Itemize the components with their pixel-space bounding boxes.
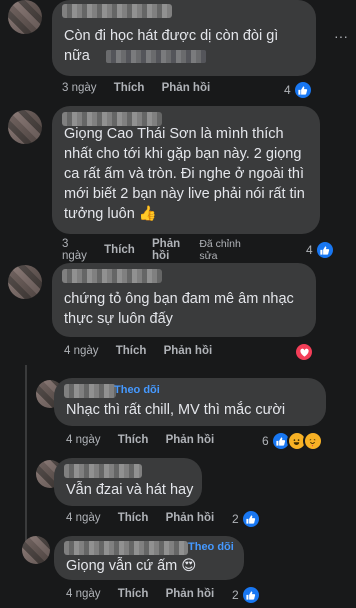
more-options-icon[interactable]: ··· — [334, 28, 348, 44]
like-button[interactable]: Thích — [118, 434, 149, 446]
avatar[interactable] — [8, 110, 42, 144]
like-button[interactable]: Thích — [114, 82, 145, 94]
reaction-summary[interactable]: 2 — [232, 585, 261, 605]
comment-4: Theo dõi Nhạc thì rất chill, MV thì mắc … — [0, 378, 356, 451]
comment-bubble: chứng tỏ ông bạn đam mê âm nhạc thực sự … — [52, 263, 316, 337]
like-icon — [292, 80, 313, 100]
reply-button[interactable]: Phản hồi — [164, 345, 213, 357]
author-name-blurred[interactable] — [64, 384, 116, 398]
comment-1: Còn đi học hát được dị còn đòi gì nữa ··… — [0, 0, 356, 100]
reply-button[interactable]: Phản hồi — [166, 434, 215, 446]
reaction-summary[interactable]: 2 — [232, 509, 261, 529]
comment-actions: 4 ngày Thích Phản hồi — [66, 434, 214, 446]
follow-button[interactable]: Theo dõi — [114, 384, 160, 396]
love-icon — [294, 342, 314, 362]
reaction-count: 6 — [262, 434, 269, 448]
timestamp[interactable]: 4 ngày — [66, 434, 101, 446]
reply-button[interactable]: Phản hồi — [162, 82, 211, 94]
reply-button[interactable]: Phản hồi — [166, 512, 215, 524]
like-button[interactable]: Thích — [116, 345, 147, 357]
follow-button[interactable]: Theo dõi — [188, 541, 234, 553]
reaction-summary[interactable]: 4 — [284, 80, 313, 100]
edited-label[interactable]: Đã chỉnh sửa — [199, 238, 240, 262]
comment-actions: 4 ngày Thích Phản hồi — [66, 512, 214, 524]
author-name-blurred[interactable] — [62, 4, 172, 18]
comment-3: chứng tỏ ông bạn đam mê âm nhạc thực sự … — [0, 263, 356, 363]
reaction-summary[interactable] — [294, 342, 314, 362]
like-button[interactable]: Thích — [118, 588, 149, 600]
avatar[interactable] — [8, 265, 42, 299]
timestamp[interactable]: 4 ngày — [66, 512, 101, 524]
comment-bubble: Theo dõi Nhạc thì rất chill, MV thì mắc … — [54, 378, 326, 426]
avatar[interactable] — [22, 536, 50, 564]
like-icon — [240, 509, 261, 529]
reaction-count: 4 — [306, 243, 313, 257]
comment-2: Giọng Cao Thái Sơn là mình thích nhất ch… — [0, 106, 356, 262]
comment-text: Nhạc thì rất chill, MV thì mắc cười — [66, 402, 286, 418]
comment-bubble: Theo dõi Giọng vẫn cứ ấm 😍 — [54, 536, 244, 580]
comment-actions: 4 ngày Thích Phản hồi — [66, 588, 214, 600]
comment-text: Giọng Cao Thái Sơn là mình thích nhất ch… — [64, 126, 305, 222]
reply-button[interactable]: Phản hồi — [166, 588, 215, 600]
author-name-blurred[interactable] — [64, 541, 188, 555]
author-name-blurred[interactable] — [62, 269, 162, 283]
comment-text: Còn đi học hát được dị còn đòi gì nữa — [64, 28, 279, 64]
comment-bubble: Còn đi học hát được dị còn đòi gì nữa ··… — [52, 0, 348, 76]
comment-text: Giọng vẫn cứ ấm 😍 — [66, 558, 197, 574]
wow-icon — [302, 431, 323, 451]
comment-text: chứng tỏ ông bạn đam mê âm nhạc thực sự … — [64, 291, 294, 327]
comment-bubble: Giọng Cao Thái Sơn là mình thích nhất ch… — [52, 106, 320, 234]
author-name-blurred[interactable] — [64, 464, 142, 478]
reaction-count: 4 — [284, 83, 291, 97]
comment-actions: 4 ngày Thích Phản hồi — [64, 345, 212, 357]
comment-actions: 3 ngày Thích Phản hồi Đã chỉnh sửa — [62, 238, 241, 262]
reaction-count: 2 — [232, 588, 239, 602]
timestamp[interactable]: 3 ngày — [62, 82, 97, 94]
like-icon — [240, 585, 261, 605]
comment-5: Vẫn đzai và hát hay 4 ngày Thích Phản hồ… — [0, 458, 356, 529]
comment-6: Theo dõi Giọng vẫn cứ ấm 😍 4 ngày Thích … — [0, 536, 356, 608]
reply-button[interactable]: Phản hồi — [152, 238, 180, 262]
like-button[interactable]: Thích — [104, 244, 135, 256]
avatar[interactable] — [8, 0, 42, 34]
comment-bubble: Vẫn đzai và hát hay — [54, 458, 202, 506]
reaction-summary[interactable]: 4 — [306, 240, 335, 260]
blurred-text — [105, 49, 206, 63]
timestamp[interactable]: 3 ngày — [62, 238, 87, 262]
timestamp[interactable]: 4 ngày — [66, 588, 101, 600]
comment-actions: 3 ngày Thích Phản hồi — [62, 82, 210, 94]
like-icon — [314, 240, 335, 260]
reaction-count: 2 — [232, 512, 239, 526]
comment-text: Vẫn đzai và hát hay — [66, 482, 194, 498]
timestamp[interactable]: 4 ngày — [64, 345, 99, 357]
reaction-summary[interactable]: 6 — [262, 431, 323, 451]
like-button[interactable]: Thích — [118, 512, 149, 524]
